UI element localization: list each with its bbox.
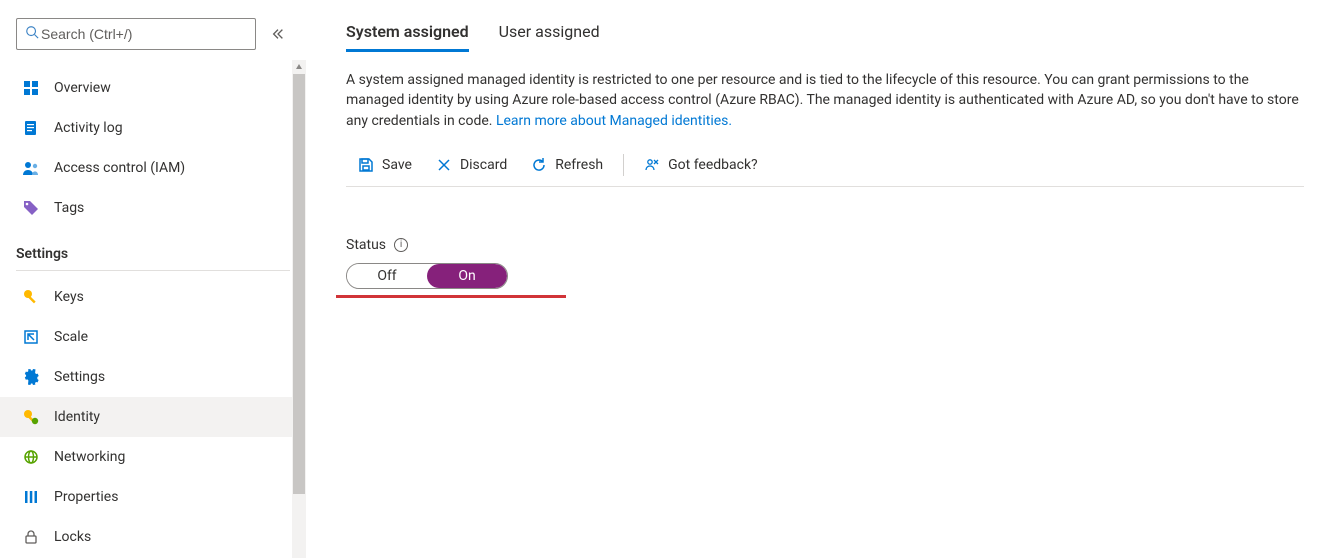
tab-user-assigned[interactable]: User assigned <box>499 22 600 52</box>
refresh-label: Refresh <box>555 157 603 173</box>
sidebar-item-label: Locks <box>54 529 91 545</box>
discard-icon <box>436 157 452 173</box>
save-button[interactable]: Save <box>346 145 424 186</box>
main-content: System assigned User assigned A system a… <box>306 0 1332 558</box>
sidebar-item-label: Tags <box>54 200 84 216</box>
scrollbar-up-button[interactable] <box>292 60 306 74</box>
collapse-sidebar-button[interactable] <box>266 22 290 46</box>
refresh-icon <box>531 157 547 173</box>
toolbar: Save Discard Refresh Got feedback? <box>346 145 1304 187</box>
sidebar-section-header-settings: Settings <box>16 246 290 271</box>
identity-icon <box>22 408 40 426</box>
keys-icon <box>22 288 40 306</box>
status-label: Status <box>346 237 386 253</box>
feedback-label: Got feedback? <box>668 157 758 173</box>
sidebar-item-identity[interactable]: Identity <box>0 397 306 437</box>
scale-icon <box>22 328 40 346</box>
description-body: A system assigned managed identity is re… <box>346 72 1299 129</box>
status-toggle[interactable]: Off On <box>346 263 508 289</box>
search-icon <box>25 25 39 43</box>
sidebar-item-locks[interactable]: Locks <box>0 517 306 557</box>
gear-icon <box>22 368 40 386</box>
sidebar-item-networking[interactable]: Networking <box>0 437 306 477</box>
feedback-icon <box>644 157 660 173</box>
tabs: System assigned User assigned <box>346 22 1304 52</box>
discard-label: Discard <box>460 157 507 173</box>
sidebar-item-label: Networking <box>54 449 125 465</box>
access-control-icon <box>22 159 40 177</box>
refresh-button[interactable]: Refresh <box>519 145 615 186</box>
sidebar: Overview Activity log Access control (IA… <box>0 0 306 558</box>
sidebar-item-scale[interactable]: Scale <box>0 317 306 357</box>
overview-icon <box>22 79 40 97</box>
scrollbar-thumb[interactable] <box>293 74 305 494</box>
status-toggle-on[interactable]: On <box>427 264 507 288</box>
info-icon[interactable]: i <box>394 238 408 252</box>
status-block: Status i Off On <box>346 237 1304 298</box>
sidebar-item-keys[interactable]: Keys <box>0 277 306 317</box>
status-toggle-off[interactable]: Off <box>347 264 427 288</box>
sidebar-item-overview[interactable]: Overview <box>0 68 306 108</box>
sidebar-item-label: Identity <box>54 409 100 425</box>
sidebar-scrollbar[interactable] <box>292 60 306 558</box>
save-label: Save <box>382 157 412 173</box>
sidebar-item-access-control[interactable]: Access control (IAM) <box>0 148 306 188</box>
toolbar-separator <box>623 154 624 176</box>
search-input[interactable] <box>39 25 247 43</box>
description-text: A system assigned managed identity is re… <box>346 70 1304 131</box>
sidebar-item-label: Overview <box>54 80 111 96</box>
networking-icon <box>22 448 40 466</box>
discard-button[interactable]: Discard <box>424 145 519 186</box>
sidebar-item-label: Settings <box>54 369 105 385</box>
sidebar-item-label: Properties <box>54 489 118 505</box>
tab-system-assigned[interactable]: System assigned <box>346 22 469 52</box>
sidebar-item-activity-log[interactable]: Activity log <box>0 108 306 148</box>
feedback-button[interactable]: Got feedback? <box>632 145 770 186</box>
properties-icon <box>22 488 40 506</box>
sidebar-item-label: Scale <box>54 329 88 345</box>
sidebar-item-label: Keys <box>54 289 84 305</box>
annotation-red-underline <box>336 295 566 298</box>
search-box[interactable] <box>16 18 256 50</box>
save-icon <box>358 157 374 173</box>
activity-log-icon <box>22 119 40 137</box>
tags-icon <box>22 199 40 217</box>
sidebar-item-settings[interactable]: Settings <box>0 357 306 397</box>
locks-icon <box>22 528 40 546</box>
learn-more-link[interactable]: Learn more about Managed identities. <box>496 113 732 129</box>
sidebar-item-label: Activity log <box>54 120 123 136</box>
sidebar-item-label: Access control (IAM) <box>54 160 185 176</box>
sidebar-item-tags[interactable]: Tags <box>0 188 306 228</box>
nav-list: Overview Activity log Access control (IA… <box>16 68 290 557</box>
sidebar-item-properties[interactable]: Properties <box>0 477 306 517</box>
